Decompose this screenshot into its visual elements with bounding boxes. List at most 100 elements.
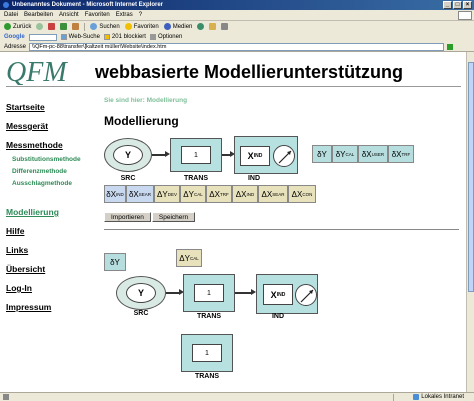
media-icon bbox=[163, 23, 171, 30]
back-button[interactable]: Zurück bbox=[4, 23, 31, 30]
var-dx-trf[interactable]: δX TRF bbox=[388, 145, 414, 163]
src2-element[interactable]: Y bbox=[116, 276, 166, 310]
nav-messgeraet[interactable]: Messgerät bbox=[6, 121, 48, 131]
nav-impressum[interactable]: Impressum bbox=[6, 302, 51, 312]
site-logo: QFM bbox=[6, 57, 86, 88]
nav-links[interactable]: Links bbox=[6, 245, 28, 255]
action-buttons: Importieren Speichern bbox=[104, 212, 196, 222]
src-element[interactable]: Y bbox=[104, 138, 152, 172]
trans3-element[interactable]: 1 bbox=[181, 334, 233, 372]
trans-label: TRANS bbox=[183, 175, 209, 182]
menu-extras[interactable]: Extras bbox=[116, 12, 133, 18]
vertical-scrollbar[interactable] bbox=[466, 52, 474, 392]
page-icon bbox=[3, 394, 9, 400]
var2-delta-y-cal[interactable]: ΔY CAL bbox=[176, 249, 202, 267]
google-search-input[interactable] bbox=[28, 33, 57, 41]
var-delta-y-dev[interactable]: ΔY DEV bbox=[154, 185, 180, 203]
var-dx-user[interactable]: δX USER bbox=[358, 145, 388, 163]
variable-row-1: δY δY CAL δX USER δX TRF bbox=[312, 145, 414, 163]
src-symbol: Y bbox=[113, 145, 143, 165]
intranet-icon bbox=[413, 394, 420, 400]
trans-element[interactable]: 1 bbox=[170, 138, 222, 172]
toolbar-separator bbox=[84, 22, 86, 31]
save-button[interactable]: Speichern bbox=[151, 212, 196, 222]
menu-ansicht[interactable]: Ansicht bbox=[59, 12, 79, 18]
breadcrumb: Sie sind hier: Modellierung bbox=[104, 97, 188, 104]
menu-bearbeiten[interactable]: Bearbeiten bbox=[24, 12, 53, 18]
arrow-src-trans bbox=[152, 151, 170, 157]
section-divider bbox=[104, 229, 459, 230]
go-button[interactable] bbox=[447, 43, 454, 50]
options-button[interactable]: Optionen bbox=[149, 34, 182, 40]
windows-logo-icon bbox=[458, 11, 472, 20]
search-button[interactable]: Suchen bbox=[90, 23, 120, 30]
history-button[interactable] bbox=[197, 23, 205, 30]
search-icon bbox=[90, 23, 98, 30]
web-search-button[interactable]: Web-Suche bbox=[60, 34, 100, 40]
nav-differenzmethode[interactable]: Differenzmethode bbox=[12, 168, 67, 175]
nav-messmethode[interactable]: Messmethode bbox=[6, 140, 63, 150]
close-button[interactable]: × bbox=[463, 1, 472, 9]
refresh-button[interactable] bbox=[60, 23, 68, 30]
nav-login[interactable]: Log-In bbox=[6, 283, 32, 293]
google-toolbar: Google Web-Suche 201 blockiert Optionen bbox=[0, 32, 474, 42]
nav-modellierung[interactable]: Modellierung bbox=[6, 207, 59, 217]
window-title-bar: Unbenanntes Dokument - Microsoft Interne… bbox=[0, 0, 474, 10]
var-delta-x-con[interactable]: ΔX CON bbox=[288, 185, 316, 203]
zone-label: Lokales Intranet bbox=[421, 394, 464, 400]
menu-help[interactable]: ? bbox=[139, 12, 142, 18]
toolbar: Zurück Suchen Favoriten Medien bbox=[0, 21, 474, 32]
ind-symbol: X IND bbox=[240, 146, 270, 166]
address-input[interactable]: \\QFm-pc-88\transfer\[kaltzeit müller\We… bbox=[29, 42, 445, 51]
popup-blocker-button[interactable]: 201 blockiert bbox=[103, 34, 146, 40]
var-dx-sear[interactable]: δX SEAR bbox=[126, 185, 154, 203]
gauge-icon bbox=[273, 145, 295, 167]
stop-button[interactable] bbox=[48, 23, 56, 30]
trans2-element[interactable]: 1 bbox=[183, 274, 235, 312]
web-search-icon bbox=[60, 34, 67, 40]
stop-icon bbox=[48, 23, 56, 30]
trans2-label: TRANS bbox=[196, 313, 222, 320]
nav-hilfe[interactable]: Hilfe bbox=[6, 226, 24, 236]
address-url: \\QFm-pc-88\transfer\[kaltzeit müller\We… bbox=[32, 43, 167, 50]
maximize-button[interactable]: □ bbox=[453, 1, 462, 9]
nav-uebersicht[interactable]: Übersicht bbox=[6, 264, 45, 274]
mail-icon bbox=[209, 23, 217, 30]
var-dx-ind[interactable]: δX IND bbox=[104, 185, 126, 203]
var-dy-cal[interactable]: δY CAL bbox=[332, 145, 358, 163]
ind-element[interactable]: X IND bbox=[234, 136, 298, 174]
home-button[interactable] bbox=[72, 23, 80, 30]
menu-datei[interactable]: Datei bbox=[4, 12, 18, 18]
forward-button[interactable] bbox=[36, 23, 44, 30]
var-delta-x-trf[interactable]: ΔX TRF bbox=[206, 185, 232, 203]
src2-label: SRC bbox=[133, 310, 149, 317]
window-controls: _ □ × bbox=[443, 1, 472, 9]
scrollbar-thumb[interactable] bbox=[468, 62, 474, 292]
ind2-element[interactable]: X IND bbox=[256, 274, 318, 314]
qfm-logo-icon: QFM bbox=[6, 57, 68, 88]
variable-row-2: δX IND δX SEAR ΔY DEV ΔY CAL ΔX TRF ΔX IND ΔX S… bbox=[104, 185, 316, 203]
history-icon bbox=[197, 23, 205, 30]
nav-startseite[interactable]: Startseite bbox=[6, 102, 45, 112]
var-delta-x-ind[interactable]: ΔX IND bbox=[232, 185, 258, 203]
var2-dy[interactable]: δY bbox=[104, 253, 126, 271]
header-divider bbox=[6, 86, 461, 87]
var-delta-y-cal[interactable]: ΔY CAL bbox=[180, 185, 206, 203]
mail-button[interactable] bbox=[209, 23, 217, 30]
trans3-label: TRANS bbox=[194, 373, 220, 380]
menu-favoriten[interactable]: Favoriten bbox=[85, 12, 110, 18]
nav-substitutionsmethode[interactable]: Substitutionsmethode bbox=[12, 156, 81, 163]
favorites-button[interactable]: Favoriten bbox=[124, 23, 159, 30]
var-dy[interactable]: δY bbox=[312, 145, 332, 163]
media-button[interactable]: Medien bbox=[163, 23, 192, 30]
var-delta-x-sear[interactable]: ΔX SEAR bbox=[258, 185, 288, 203]
back-arrow-icon bbox=[4, 23, 11, 30]
import-button[interactable]: Importieren bbox=[104, 212, 151, 222]
star-icon bbox=[124, 23, 132, 30]
minimize-button[interactable]: _ bbox=[443, 1, 452, 9]
trans-value: 1 bbox=[181, 146, 211, 164]
print-icon bbox=[221, 23, 229, 30]
arrow-trans-ind bbox=[222, 151, 235, 157]
print-button[interactable] bbox=[221, 23, 229, 30]
nav-ausschlagmethode[interactable]: Ausschlagmethode bbox=[12, 180, 72, 187]
